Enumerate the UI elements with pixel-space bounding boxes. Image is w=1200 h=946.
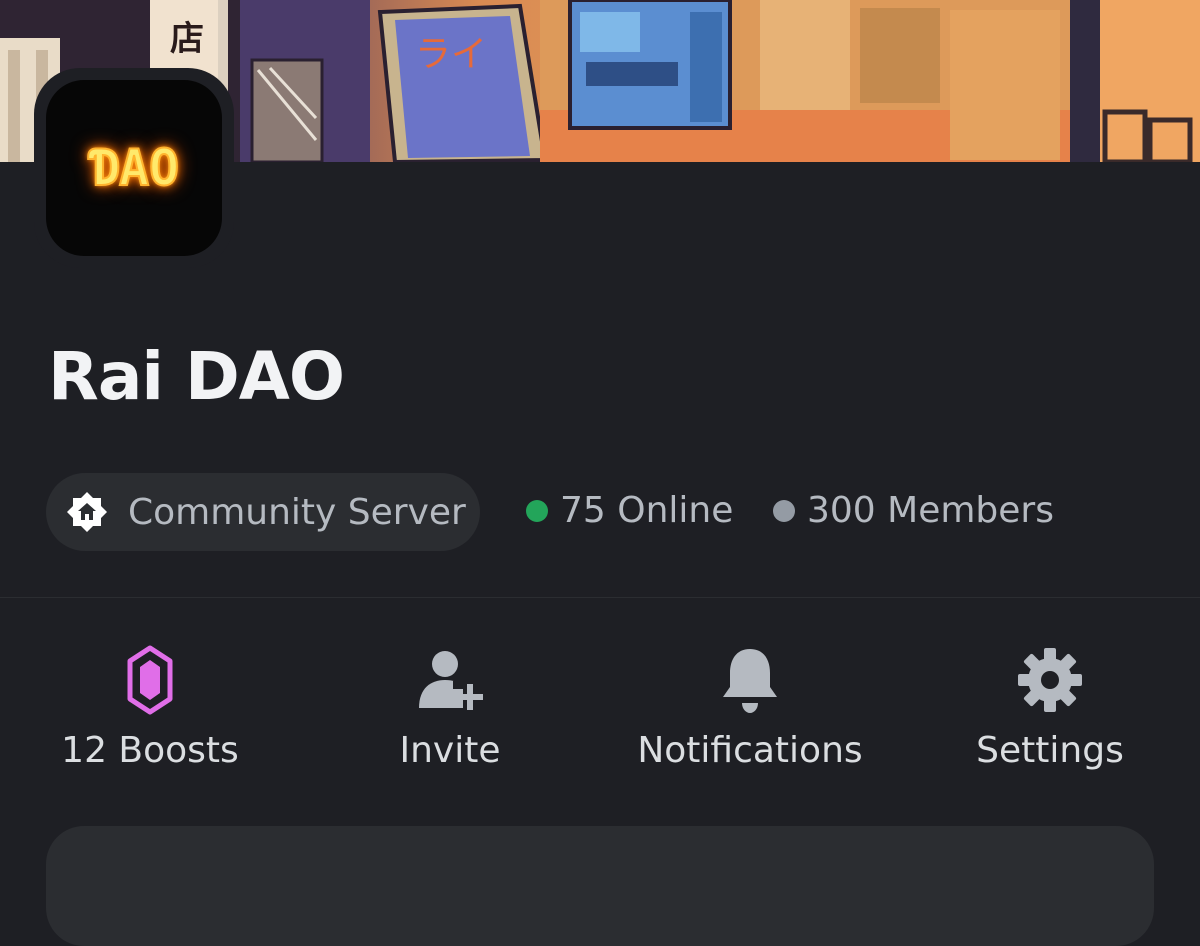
notifications-label: Notifications bbox=[637, 730, 863, 771]
server-icon[interactable]: ƊAO bbox=[34, 68, 234, 268]
boosts-label: 12 Boosts bbox=[61, 730, 239, 771]
online-status-dot bbox=[526, 499, 548, 522]
add-user-icon bbox=[410, 640, 490, 720]
invite-button[interactable]: Invite bbox=[300, 640, 600, 771]
invite-label: Invite bbox=[399, 730, 501, 771]
settings-label: Settings bbox=[976, 730, 1124, 771]
online-count-label: 75 Online bbox=[560, 490, 734, 531]
boost-gem-icon bbox=[110, 640, 190, 720]
server-logo-text: ƊAO bbox=[88, 138, 180, 198]
member-count-label: 300 Members bbox=[807, 490, 1054, 531]
svg-text:店: 店 bbox=[170, 19, 204, 59]
boosts-button[interactable]: 12 Boosts bbox=[0, 640, 300, 771]
community-home-icon bbox=[64, 489, 110, 535]
community-server-badge[interactable]: Community Server bbox=[46, 473, 480, 551]
online-count: 75 Online bbox=[526, 490, 733, 531]
svg-text:ライ: ライ bbox=[415, 34, 487, 75]
member-count: 300 Members bbox=[773, 490, 1054, 531]
bell-icon bbox=[710, 640, 790, 720]
section-divider bbox=[0, 597, 1200, 598]
community-server-label: Community Server bbox=[128, 491, 466, 533]
content-card bbox=[46, 826, 1154, 946]
member-status-dot bbox=[773, 499, 795, 522]
settings-button[interactable]: Settings bbox=[900, 640, 1200, 771]
gear-icon bbox=[1010, 640, 1090, 720]
server-name: Rai DAO bbox=[48, 338, 345, 415]
server-logo: ƊAO bbox=[46, 80, 222, 256]
notifications-button[interactable]: Notifications bbox=[600, 640, 900, 771]
